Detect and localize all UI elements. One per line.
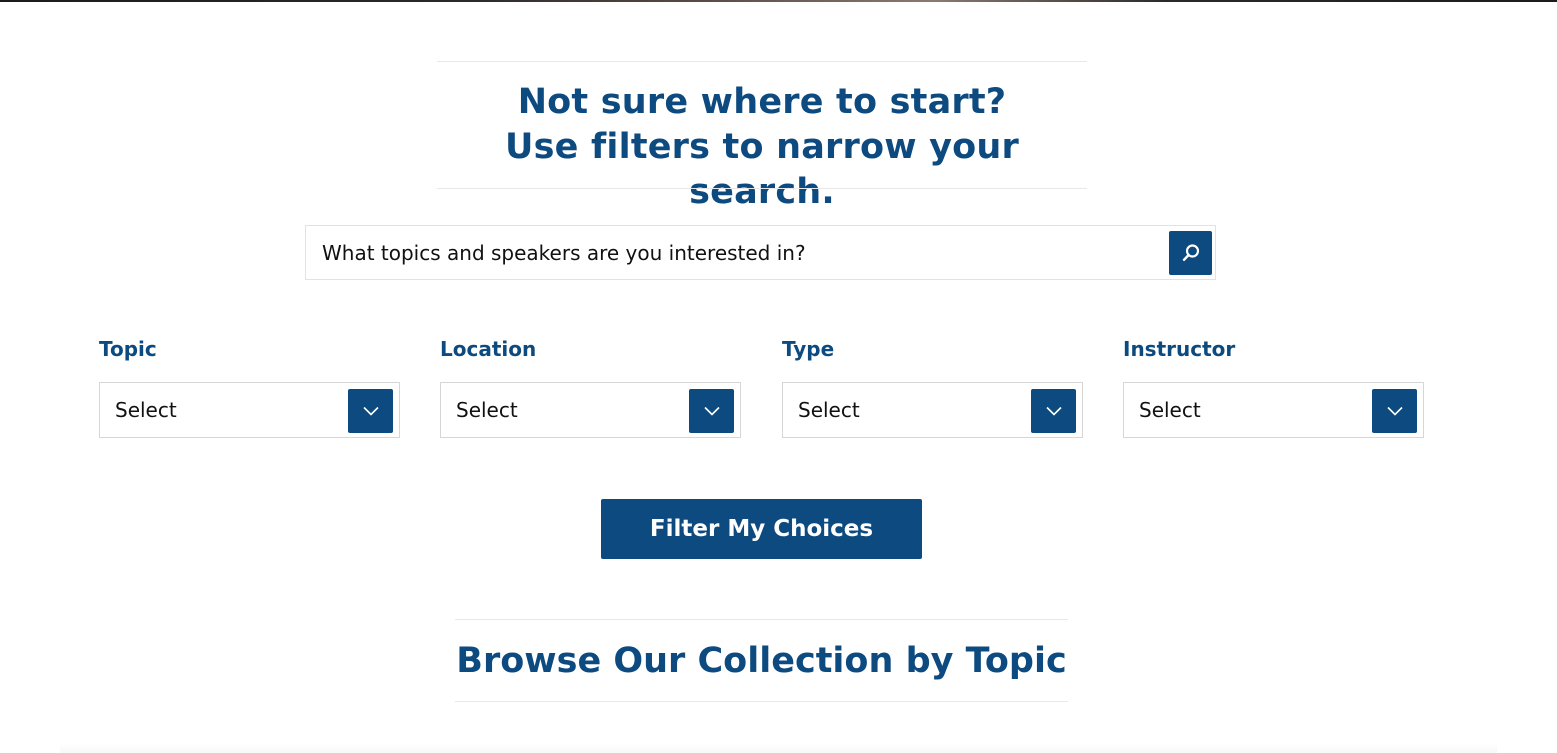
filter-my-choices-button[interactable]: Filter My Choices: [601, 499, 922, 559]
search-input[interactable]: [306, 226, 1172, 279]
hero-top-divider: [437, 61, 1087, 62]
filter-label-location: Location: [440, 337, 537, 361]
search-button[interactable]: [1169, 231, 1212, 275]
next-section-edge: [60, 744, 1497, 753]
chevron-down-icon: [1045, 406, 1062, 416]
top-hero-image-edge: [0, 0, 1557, 2]
type-select[interactable]: Select: [782, 382, 1083, 438]
search-icon: [1182, 244, 1199, 261]
chevron-down-icon: [1386, 406, 1403, 416]
filter-label-topic: Topic: [99, 337, 157, 361]
browse-top-divider: [455, 619, 1068, 620]
topic-select-value: Select: [115, 398, 177, 422]
instructor-select-toggle[interactable]: [1372, 389, 1417, 433]
location-select[interactable]: Select: [440, 382, 741, 438]
filter-label-instructor: Instructor: [1123, 337, 1236, 361]
hero-title-line-1: Not sure where to start?: [517, 82, 1007, 122]
browse-bottom-divider: [455, 701, 1068, 702]
instructor-select-value: Select: [1139, 398, 1201, 422]
chevron-down-icon: [362, 406, 379, 416]
type-select-value: Select: [798, 398, 860, 422]
location-select-toggle[interactable]: [689, 389, 734, 433]
chevron-down-icon: [703, 406, 720, 416]
type-select-toggle[interactable]: [1031, 389, 1076, 433]
topic-select-toggle[interactable]: [348, 389, 393, 433]
search-bar: [305, 225, 1216, 280]
hero-title-line-2: Use filters to narrow your search.: [505, 127, 1019, 212]
filter-label-type: Type: [782, 337, 835, 361]
hero-bottom-divider: [437, 188, 1087, 189]
browse-section-title: Browse Our Collection by Topic: [456, 641, 1067, 681]
instructor-select[interactable]: Select: [1123, 382, 1424, 438]
topic-select[interactable]: Select: [99, 382, 400, 438]
location-select-value: Select: [456, 398, 518, 422]
